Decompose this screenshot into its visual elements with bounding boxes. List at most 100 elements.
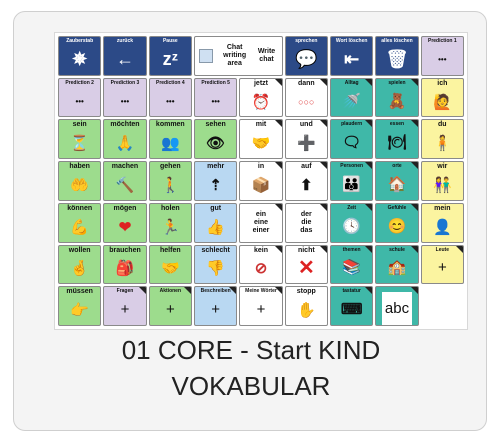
word-brauchen[interactable]: brauchen 🎒: [103, 244, 147, 285]
word-moechten[interactable]: möchten 🙏: [103, 119, 147, 160]
board-thumbnail[interactable]: Zauberstab ✵ zurück ← Pause zᶻ Chat writing…: [54, 32, 468, 330]
board-card[interactable]: Zauberstab ✵ zurück ← Pause zᶻ Chat writing…: [13, 11, 487, 431]
food-icon: 🍽: [387, 134, 407, 152]
word-sehen[interactable]: sehen 👁: [193, 119, 238, 160]
word-stopp[interactable]: stopp ✋: [284, 286, 328, 326]
word-wir[interactable]: wir 👫: [420, 161, 464, 201]
folder-zeit[interactable]: Zeit 🕓: [329, 202, 374, 243]
mine-icon: 👤: [432, 218, 452, 236]
prediction-3[interactable]: Prediction 3 •••: [103, 77, 147, 118]
together-icon: 🤝: [251, 135, 271, 153]
word-dann[interactable]: dann ○○○: [284, 77, 328, 118]
folder-gefuehle[interactable]: Gefühle 😊: [375, 202, 419, 243]
places-icon: 🏠: [387, 175, 407, 193]
word-wollen[interactable]: wollen 🤞: [58, 244, 102, 285]
magic-wand-icon: ✵: [72, 48, 88, 69]
in-icon: 📦: [251, 176, 271, 194]
word-gut[interactable]: gut 👍: [193, 202, 238, 243]
person-you-icon: 🧍: [432, 135, 452, 153]
folder-themen[interactable]: themen 📚: [329, 244, 374, 285]
word-mein[interactable]: mein 👤: [420, 202, 464, 243]
word-kommen[interactable]: kommen 👥: [148, 119, 192, 160]
magic-wand-button[interactable]: Zauberstab ✵: [58, 36, 102, 76]
person-me-icon: 🙋: [432, 93, 452, 111]
folder-aktionen[interactable]: Aktionen +: [148, 286, 192, 326]
folder-schule[interactable]: schule 🏫: [375, 244, 419, 285]
routine-icon: 🚿: [342, 92, 361, 110]
word-ein-eine-einer[interactable]: ein eine einer: [239, 202, 283, 243]
sleep-icon: zᶻ: [162, 48, 179, 69]
word-ich[interactable]: ich 🙋: [420, 77, 464, 118]
keyboard-icon: [198, 48, 213, 63]
prediction-2[interactable]: Prediction 2 •••: [58, 77, 102, 118]
prediction-1[interactable]: Prediction 1 •••: [420, 36, 464, 76]
thumbs-up-icon: 👍: [206, 218, 225, 236]
need-icon: 🎒: [115, 260, 135, 278]
word-schlecht[interactable]: schlecht 👎: [193, 244, 238, 285]
back-button[interactable]: zurück ←: [103, 36, 147, 76]
make-icon: 🔨: [115, 176, 135, 194]
word-auf[interactable]: auf ⬆: [284, 161, 328, 201]
word-kein[interactable]: kein ⊘: [239, 244, 283, 285]
word-der-die-das[interactable]: der die das: [284, 202, 328, 243]
pause-button[interactable]: Pause zᶻ: [148, 36, 192, 76]
folder-beschreiben[interactable]: Beschreiben +: [193, 286, 238, 326]
backspace-icon: ⇤: [344, 48, 360, 69]
folder-alltag[interactable]: Alltag 🚿: [329, 77, 374, 118]
word-und[interactable]: und ➕: [284, 119, 328, 160]
folder-meine-woerter[interactable]: Meine Wörter +: [239, 286, 283, 326]
word-nicht[interactable]: nicht ✕: [284, 244, 328, 285]
word-koennen[interactable]: können 💪: [58, 202, 102, 243]
folder-orte[interactable]: orte 🏠: [375, 161, 419, 201]
clock-icon: 🕓: [342, 217, 361, 235]
delete-word-button[interactable]: Wort löschen ⇤: [329, 36, 374, 76]
clock-icon: ⏰: [251, 93, 271, 111]
speech-bubble-icon: 💬: [295, 48, 318, 69]
plus-icon: ➕: [296, 135, 316, 153]
heart-icon: ❤: [118, 218, 132, 236]
fetch-icon: 🏃: [160, 218, 180, 236]
plus-icon: +: [211, 301, 221, 319]
topics-icon: 📚: [342, 259, 361, 277]
hourglass-icon: ⏳: [70, 135, 89, 153]
folder-plaudern[interactable]: plaudern 🗨: [329, 119, 374, 160]
folder-tastatur[interactable]: tastatur ⌨: [329, 286, 374, 326]
word-machen[interactable]: machen 🔨: [103, 161, 147, 201]
board-title-line-1: 01 CORE - Start KIND: [121, 335, 381, 365]
word-gehen[interactable]: gehen 🚶: [148, 161, 192, 201]
word-muessen[interactable]: müssen 👉: [58, 286, 102, 326]
toy-icon: 🧸: [387, 92, 407, 110]
word-du[interactable]: du 🧍: [420, 119, 464, 160]
prediction-5[interactable]: Prediction 5 •••: [193, 77, 238, 118]
word-sein[interactable]: sein ⏳: [58, 119, 102, 160]
folder-fragen[interactable]: Fragen +: [103, 286, 147, 326]
folder-essen[interactable]: essen 🍽: [375, 119, 419, 160]
plus-icon: +: [256, 301, 266, 319]
chat-writing-area[interactable]: Chat writing area Write chat: [193, 36, 283, 76]
folder-spielen[interactable]: spielen 🧸: [375, 77, 419, 118]
can-icon: 💪: [70, 218, 89, 236]
word-holen[interactable]: holen 🏃: [148, 202, 192, 243]
word-jetzt[interactable]: jetzt ⏰: [239, 77, 283, 118]
speak-button[interactable]: sprechen 💬: [284, 36, 328, 76]
folder-personen[interactable]: Personen 👪: [329, 161, 374, 201]
abc-icon: abc: [381, 292, 413, 325]
wish-icon: 🤞: [70, 260, 89, 278]
chat-icon: 🗨: [342, 134, 362, 152]
must-icon: 👉: [70, 302, 89, 320]
word-haben[interactable]: haben 🤲: [58, 161, 102, 201]
folder-abc[interactable]: abc: [375, 286, 419, 326]
word-mit[interactable]: mit 🤝: [239, 119, 283, 160]
cross-icon: ✕: [297, 257, 315, 280]
have-icon: 🤲: [70, 176, 89, 194]
clear-all-button[interactable]: alles löschen 🗑: [375, 36, 419, 76]
word-mehr[interactable]: mehr ⇡: [193, 161, 238, 201]
come-icon: 👥: [160, 135, 180, 153]
feelings-icon: 😊: [387, 217, 407, 235]
word-in[interactable]: in 📦: [239, 161, 283, 201]
folder-leute[interactable]: Leute +: [420, 244, 464, 285]
word-helfen[interactable]: helfen 🤝: [148, 244, 192, 285]
on-icon: ⬆: [300, 176, 313, 194]
word-moegen[interactable]: mögen ❤: [103, 202, 147, 243]
prediction-4[interactable]: Prediction 4 •••: [148, 77, 192, 118]
